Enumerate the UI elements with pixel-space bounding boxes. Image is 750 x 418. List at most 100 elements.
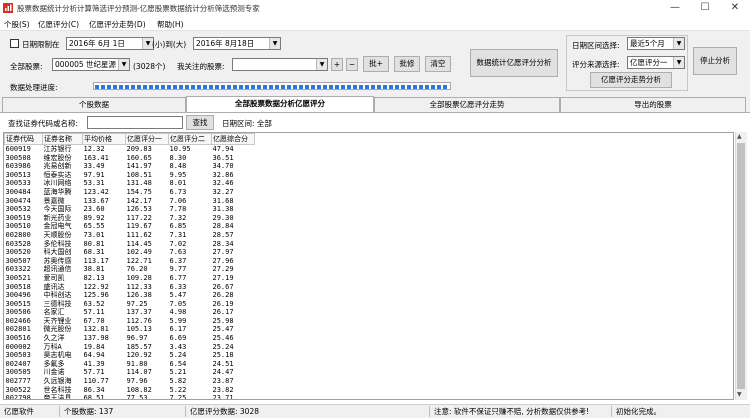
minimize-button[interactable]: — (660, 0, 690, 16)
column-header-score-2[interactable]: 亿愿评分二 (168, 133, 212, 145)
table-cell: 6.17 (169, 325, 187, 334)
scrollbar-thumb[interactable] (737, 143, 745, 389)
table-row[interactable]: 603986 兆易创新 33.49 141.97 8.48 34.70 (5, 162, 255, 171)
table-row[interactable]: 300510 金冠电气 65.55 119.67 6.85 28.84 (5, 222, 255, 231)
table-row[interactable]: 002466 天齐锂业 67.70 112.76 5.99 25.98 (5, 317, 255, 326)
table-cell: 6.77 (169, 273, 187, 282)
clear-button[interactable]: 清空 (425, 56, 451, 72)
stop-button[interactable]: 停止分析 (693, 47, 737, 75)
column-header-composite[interactable]: 亿愿综合分 (211, 133, 255, 145)
table-cell: 23.87 (212, 377, 234, 386)
status-init: 初始化完成。 (616, 407, 661, 416)
search-input[interactable] (87, 116, 183, 129)
progress-segment (437, 85, 441, 89)
batch-add-button[interactable]: 批+ (363, 56, 389, 72)
table-row[interactable]: 002801 微光股份 132.81 105.13 6.17 25.47 (5, 325, 255, 334)
table-row[interactable]: 300474 景嘉微 133.67 142.17 7.06 31.68 (5, 197, 255, 206)
date-range-select[interactable]: 最近5个月 ▼ (627, 37, 685, 50)
table-row[interactable]: 000002 万科A 19.84 185.57 3.43 25.24 (5, 343, 255, 352)
menu-stock[interactable]: 个股(S) (4, 19, 30, 30)
table-cell: 67.70 (83, 316, 105, 325)
menu-score-trend[interactable]: 亿愿评分走势(D) (89, 19, 146, 30)
progress-segment (329, 85, 333, 89)
tab-score-trend[interactable]: 全部股票亿愿评分走势 (374, 97, 560, 112)
table-row[interactable]: 603528 多伦科技 80.81 114.45 7.02 28.34 (5, 240, 255, 249)
table-row[interactable]: 300507 苏奥传感 113.17 122.71 6.37 27.96 (5, 257, 255, 266)
table-cell: 111.62 (126, 230, 152, 239)
table-cell: 96.97 (126, 334, 148, 343)
table-row[interactable]: 600919 江苏银行 12.32 209.83 10.95 47.94 (5, 145, 255, 154)
add-button[interactable]: + (331, 58, 343, 71)
table-row[interactable]: 300508 维宏股份 163.41 160.65 8.30 36.51 (5, 154, 255, 163)
table-row[interactable]: 300513 恒泰实达 97.91 108.51 9.95 32.86 (5, 171, 255, 180)
table-row[interactable]: 300505 川金诺 57.71 114.07 5.21 24.47 (5, 368, 255, 377)
score-source-value: 亿愿评分一 (630, 58, 668, 67)
column-header-avg-price[interactable]: 平均价格 (82, 133, 126, 145)
progress-segment (383, 85, 387, 89)
maximize-button[interactable]: ☐ (690, 0, 720, 16)
table-row[interactable]: 300520 科大国创 68.31 102.49 7.63 27.97 (5, 248, 255, 257)
score-source-select[interactable]: 亿愿评分一 ▼ (627, 56, 685, 69)
progress-segment (311, 85, 315, 89)
stats-score-button[interactable]: 数据统计亿愿评分分析 (470, 49, 558, 77)
table-row[interactable]: 300518 盛讯达 122.92 112.33 6.33 26.67 (5, 283, 255, 292)
progress-segment (395, 85, 399, 89)
progress-segment (173, 85, 177, 89)
progress-segment (263, 85, 267, 89)
menu-help[interactable]: 帮助(H) (157, 19, 184, 30)
table-row[interactable]: 300484 蓝海华腾 123.42 154.75 6.73 32.27 (5, 188, 255, 197)
tab-stock-data[interactable]: 个股数据 (2, 97, 186, 112)
table-cell: 120.92 (126, 351, 152, 360)
table-row[interactable]: 002777 久远银海 110.77 97.96 5.82 23.87 (5, 377, 255, 386)
table-cell: 80.81 (83, 239, 105, 248)
table-cell: 38.81 (83, 265, 105, 274)
table-row[interactable]: 300516 久之洋 137.98 96.97 6.69 25.46 (5, 334, 255, 343)
progress-segment (365, 85, 369, 89)
table-row[interactable]: 300532 今天国际 23.60 126.53 7.78 31.38 (5, 205, 255, 214)
scroll-down-icon[interactable]: ▼ (737, 391, 742, 398)
table-row[interactable]: 300519 新光药业 89.92 117.22 7.32 29.30 (5, 214, 255, 223)
watchlist-select[interactable]: ▼ (232, 58, 328, 71)
stock-select[interactable]: 000005 世纪星源 ▼ (52, 58, 130, 71)
table-cell: 江苏银行 (43, 145, 72, 153)
score-trend-button[interactable]: 亿愿评分走势分析 (590, 72, 672, 88)
search-button[interactable]: 查找 (186, 115, 214, 130)
remove-button[interactable]: − (346, 58, 358, 71)
table-cell: 维宏股份 (43, 153, 72, 162)
table-row[interactable]: 300533 冰川网络 53.31 131.48 8.01 32.46 (5, 179, 255, 188)
table-cell: 65.55 (83, 222, 105, 231)
table-cell: 160.65 (126, 153, 152, 162)
start-date-picker[interactable]: 2016年 6月 1日 ▼ (66, 37, 154, 50)
tab-all-stock-score[interactable]: 全部股票数据分析亿愿评分 (186, 96, 374, 113)
table-cell: 科大国创 (43, 248, 72, 257)
column-header-score-1[interactable]: 亿愿评分一 (125, 133, 169, 145)
menu-score[interactable]: 亿愿评分(C) (38, 19, 79, 30)
column-header-code[interactable]: 证券代码 (4, 133, 43, 145)
stock-score-table[interactable]: 证券代码 证券名称 平均价格 亿愿评分一 亿愿评分二 亿愿综合分 600919 江… (3, 132, 734, 400)
table-row[interactable]: 002407 多氟多 41.39 91.80 6.54 24.51 (5, 360, 255, 369)
progress-segment (251, 85, 255, 89)
table-row[interactable]: 300521 爱司凯 82.13 109.28 6.77 27.19 (5, 274, 255, 283)
end-date-picker[interactable]: 2016年 8月18日 ▼ (193, 37, 281, 50)
scroll-up-icon[interactable]: ▲ (737, 133, 742, 140)
table-row[interactable]: 300506 名家汇 57.11 137.37 4.98 26.17 (5, 308, 255, 317)
table-row[interactable]: 002798 帝王洁具 68.51 77.53 7.25 23.71 (5, 394, 255, 399)
table-row[interactable]: 603322 超讯通信 38.81 76.20 9.77 27.29 (5, 265, 255, 274)
table-cell: 三德科技 (43, 299, 72, 308)
close-button[interactable]: ✕ (720, 0, 750, 16)
tab-exported-stocks[interactable]: 导出的股票 (560, 97, 746, 112)
progress-segment (239, 85, 243, 89)
batch-edit-button[interactable]: 批修 (394, 56, 420, 72)
table-cell: 5.22 (169, 385, 187, 394)
table-row[interactable]: 300503 昊志机电 64.94 120.92 5.24 25.18 (5, 351, 255, 360)
date-limit-checkbox[interactable] (10, 39, 19, 48)
table-row[interactable]: 300522 世名科技 86.34 108.82 5.22 23.82 (5, 386, 255, 395)
table-cell: 8.48 (169, 162, 187, 171)
progress-segment (293, 85, 297, 89)
table-row[interactable]: 300515 三德科技 63.52 97.25 7.05 26.19 (5, 300, 255, 309)
column-header-name[interactable]: 证券名称 (42, 133, 83, 145)
table-row[interactable]: 300496 中科创达 125.96 126.38 5.47 26.28 (5, 291, 255, 300)
table-cell: 126.53 (126, 205, 152, 214)
progress-segment (299, 85, 303, 89)
table-row[interactable]: 002800 天顺股份 73.01 111.62 7.31 28.57 (5, 231, 255, 240)
